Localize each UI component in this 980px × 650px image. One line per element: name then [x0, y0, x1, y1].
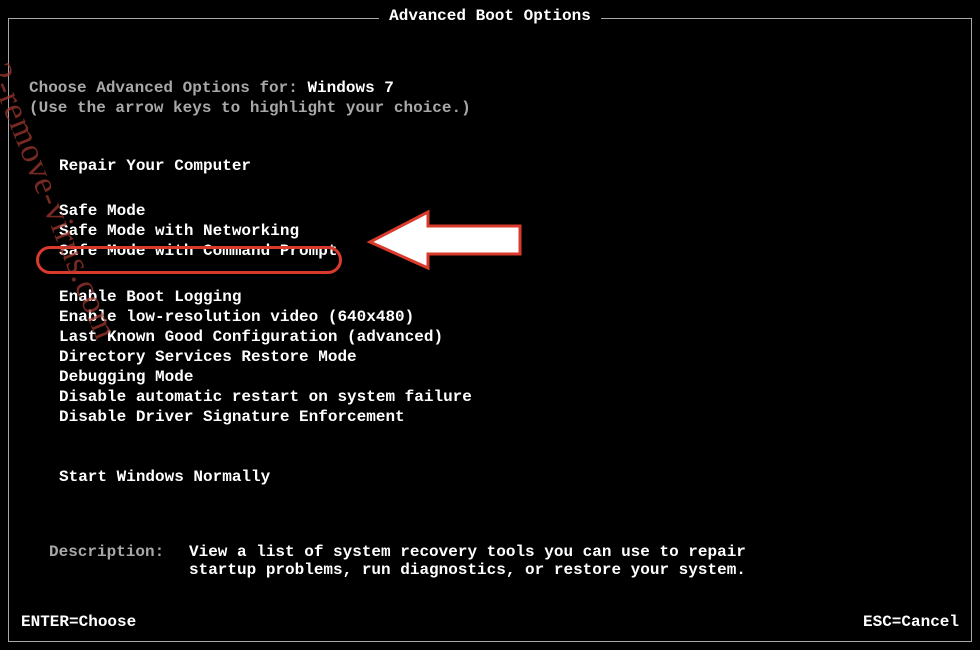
menu-safe-mode[interactable]: Safe Mode [59, 201, 951, 221]
menu-enable-low-res-video[interactable]: Enable low-resolution video (640x480) [59, 307, 951, 327]
menu-enable-boot-logging[interactable]: Enable Boot Logging [59, 287, 951, 307]
choose-prefix: Choose Advanced Options for: [29, 79, 307, 97]
description-text: View a list of system recovery tools you… [189, 543, 749, 579]
footer-enter-choose: ENTER=Choose [21, 613, 136, 631]
description-label: Description: [49, 543, 189, 579]
menu-repair-computer[interactable]: Repair Your Computer [59, 157, 951, 175]
os-name: Windows 7 [307, 79, 393, 97]
menu-safe-mode-command-prompt[interactable]: Safe Mode with Command Prompt [59, 241, 951, 261]
menu-last-known-good-config[interactable]: Last Known Good Configuration (advanced) [59, 327, 951, 347]
boot-screen: Advanced Boot Options Choose Advanced Op… [8, 18, 972, 642]
menu-safe-mode-networking[interactable]: Safe Mode with Networking [59, 221, 951, 241]
choose-line: Choose Advanced Options for: Windows 7 [29, 79, 951, 97]
footer-bar: ENTER=Choose ESC=Cancel [21, 613, 959, 631]
menu-directory-services-restore[interactable]: Directory Services Restore Mode [59, 347, 951, 367]
content-area: Choose Advanced Options for: Windows 7 (… [9, 19, 971, 579]
menu-debugging-mode[interactable]: Debugging Mode [59, 367, 951, 387]
menu-disable-driver-sig-enforcement[interactable]: Disable Driver Signature Enforcement [59, 407, 951, 427]
footer-esc-cancel: ESC=Cancel [863, 613, 959, 631]
menu-start-windows-normally[interactable]: Start Windows Normally [59, 467, 951, 487]
arrow-keys-hint: (Use the arrow keys to highlight your ch… [29, 99, 951, 117]
page-title: Advanced Boot Options [379, 7, 601, 25]
menu-disable-auto-restart[interactable]: Disable automatic restart on system fail… [59, 387, 951, 407]
